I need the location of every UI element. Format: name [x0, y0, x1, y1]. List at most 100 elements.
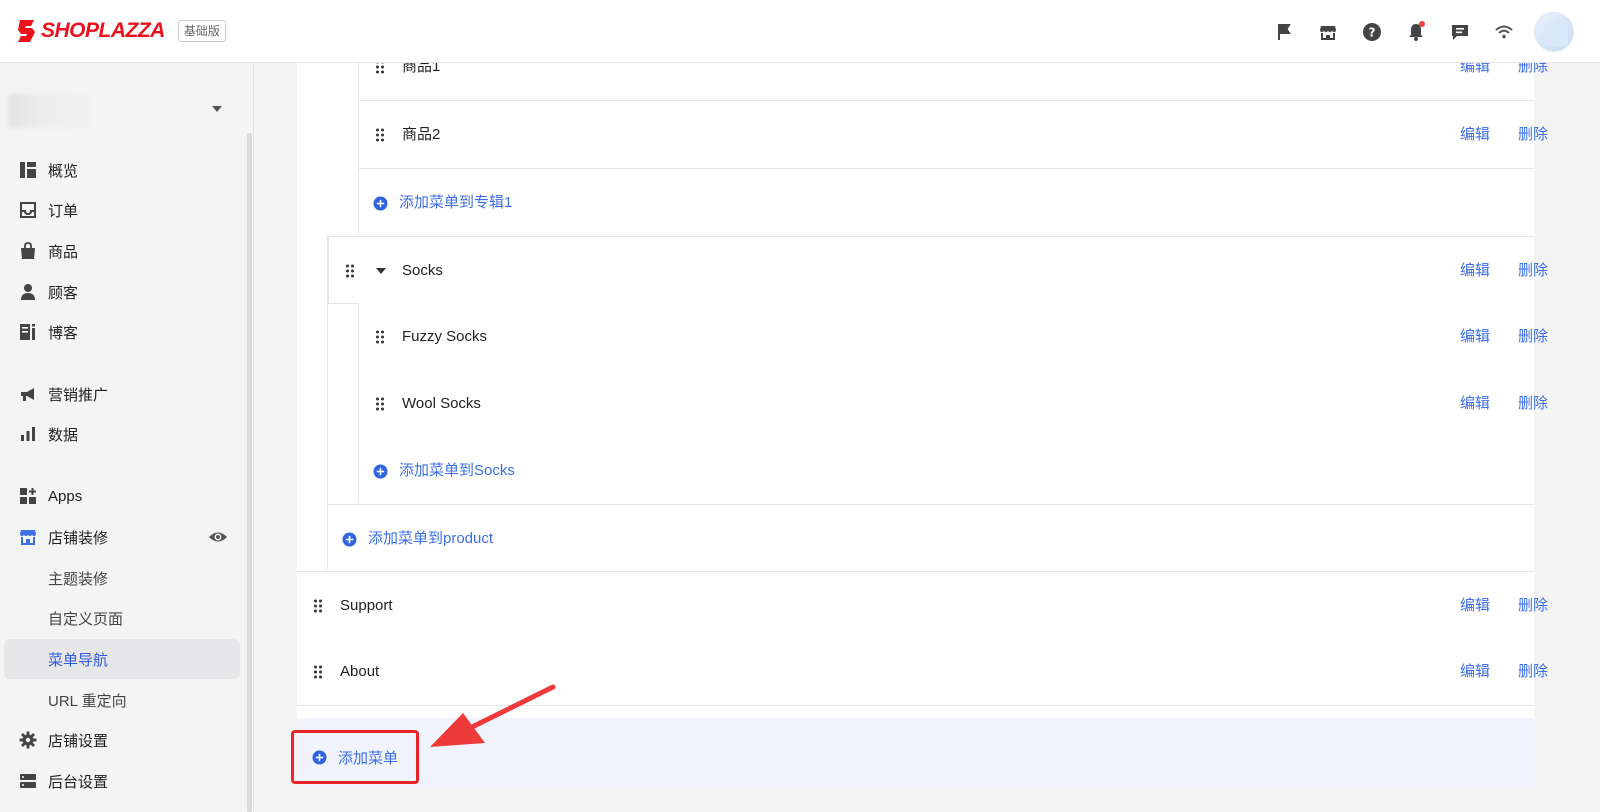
drag-handle-icon[interactable]	[375, 397, 385, 411]
sidebar-item-online-store[interactable]: 店铺装修	[4, 517, 240, 557]
store-switcher[interactable]	[8, 89, 234, 133]
sidebar-item-custom-pages[interactable]: 自定义页面	[4, 598, 240, 638]
menu-row[interactable]: Wool Socks 编辑 删除	[359, 370, 1548, 438]
help-icon[interactable]: ?	[1357, 17, 1386, 46]
caret-down-icon	[212, 106, 222, 112]
drag-handle-icon[interactable]	[375, 330, 385, 344]
sidebar-item-label: 主题装修	[48, 570, 109, 588]
menu-row[interactable]: Socks 编辑 删除	[328, 236, 1548, 304]
plus-circle-icon	[373, 464, 388, 479]
delete-link[interactable]: 删除	[1518, 125, 1548, 145]
sidebar-item-label: 概览	[48, 162, 79, 180]
store-icon[interactable]	[1313, 17, 1342, 46]
delete-link[interactable]: 删除	[1518, 63, 1548, 77]
add-menu-label: 添加菜单	[338, 749, 399, 767]
edit-link[interactable]: 编辑	[1460, 327, 1490, 347]
edit-link[interactable]: 编辑	[1460, 125, 1490, 145]
delete-link[interactable]: 删除	[1518, 596, 1548, 616]
sidebar-item-url-redirect[interactable]: URL 重定向	[4, 680, 240, 720]
sidebar-item-label: Apps	[48, 487, 83, 505]
shoplazza-logo[interactable]: SHOPLAZZA	[16, 18, 165, 44]
sidebar-item-label: 商品	[48, 243, 79, 261]
add-submenu-label: 添加菜单到Socks	[399, 462, 515, 479]
drag-handle-icon[interactable]	[313, 665, 323, 679]
delete-link[interactable]: 删除	[1518, 261, 1548, 281]
sidebar-item-menu-navigation[interactable]: 菜单导航	[4, 639, 240, 679]
sidebar-scrollbar[interactable]	[247, 133, 252, 812]
annotation-arrow	[430, 684, 556, 747]
drag-handle-icon[interactable]	[345, 264, 355, 278]
caret-down-icon[interactable]	[376, 267, 386, 275]
menu-item-label: Support	[340, 597, 393, 614]
store-name-blurred	[8, 94, 90, 128]
drag-handle-icon[interactable]	[375, 128, 385, 142]
menu-item-label: 商品2	[402, 126, 441, 143]
menu-row[interactable]: Fuzzy Socks 编辑 删除	[359, 303, 1548, 371]
edit-link[interactable]: 编辑	[1460, 261, 1490, 281]
delete-link[interactable]: 删除	[1518, 394, 1548, 414]
menu-item-label: Fuzzy Socks	[402, 328, 488, 345]
menu-row[interactable]: 商品1 编辑 删除	[359, 63, 1548, 101]
sidebar-item-label: 订单	[48, 202, 79, 220]
brand-name: SHOPLAZZA	[41, 19, 165, 42]
menu-item-label: 商品1	[402, 63, 441, 75]
menu-row[interactable]: Support 编辑 删除	[297, 571, 1548, 639]
drag-handle-icon[interactable]	[375, 63, 385, 74]
sidebar-item-customers[interactable]: 顾客	[4, 272, 240, 312]
plus-circle-icon	[342, 532, 357, 547]
wifi-icon[interactable]	[1489, 17, 1518, 46]
sidebar-item-orders[interactable]: 订单	[4, 190, 240, 230]
megaphone-icon	[19, 385, 37, 403]
sidebar-item-apps[interactable]: Apps	[4, 476, 240, 516]
sidebar-item-label: 数据	[48, 426, 79, 444]
gear-icon	[19, 731, 37, 749]
sidebar-item-label: 自定义页面	[48, 610, 124, 628]
sidebar-item-analytics[interactable]: 数据	[4, 414, 240, 454]
sidebar-item-label: 菜单导航	[48, 651, 109, 669]
sidebar-item-marketing[interactable]: 营销推广	[4, 374, 240, 414]
sidebar-item-themes[interactable]: 主题装修	[4, 558, 240, 598]
sidebar: 概览 订单 商品 顾客 博客 营销推广 数据 Apps 店铺装修 主题装修 自定…	[0, 63, 254, 812]
drag-handle-icon[interactable]	[313, 599, 323, 613]
delete-link[interactable]: 删除	[1518, 662, 1548, 682]
main-content: 商品1 编辑 删除 商品2 编辑 删除 添加菜单到专辑1 Socks 编辑 删除…	[255, 63, 1600, 812]
add-submenu-label: 添加菜单到product	[368, 530, 494, 547]
edit-link[interactable]: 编辑	[1460, 662, 1490, 682]
avatar[interactable]	[1534, 11, 1574, 52]
apps-icon	[19, 487, 37, 505]
eye-icon[interactable]	[208, 528, 228, 546]
add-menu-button[interactable]: 添加菜单	[291, 730, 419, 784]
flag-icon[interactable]	[1269, 17, 1298, 46]
chat-icon[interactable]	[1445, 17, 1474, 46]
svg-text:?: ?	[1368, 25, 1375, 39]
server-icon	[19, 772, 37, 790]
menu-tree: 商品1 编辑 删除 商品2 编辑 删除 添加菜单到专辑1 Socks 编辑 删除…	[297, 63, 1548, 768]
bar-chart-icon	[19, 425, 37, 443]
sidebar-item-label: 店铺装修	[48, 529, 109, 547]
menu-item-label: About	[340, 663, 380, 680]
sidebar-item-admin-settings[interactable]: 后台设置	[4, 761, 240, 801]
menu-row[interactable]: 商品2 编辑 删除	[359, 101, 1548, 169]
edit-link[interactable]: 编辑	[1460, 63, 1490, 77]
add-submenu-row[interactable]: 添加菜单到product	[328, 504, 1534, 572]
sidebar-item-products[interactable]: 商品	[4, 231, 240, 271]
edit-link[interactable]: 编辑	[1460, 596, 1490, 616]
delete-link[interactable]: 删除	[1518, 327, 1548, 347]
sidebar-item-label: 博客	[48, 324, 79, 342]
add-submenu-row[interactable]: 添加菜单到Socks	[359, 437, 1534, 505]
edit-link[interactable]: 编辑	[1460, 394, 1490, 414]
sidebar-item-store-settings[interactable]: 店铺设置	[4, 720, 240, 760]
menu-item-label: Socks	[402, 262, 443, 279]
menu-item-label: Wool Socks	[402, 395, 481, 412]
sidebar-item-blog[interactable]: 博客	[4, 312, 240, 352]
person-icon	[19, 283, 37, 301]
top-icons: ?	[1269, 0, 1574, 63]
plus-circle-icon	[312, 750, 327, 764]
sidebar-item-label: 营销推广	[48, 386, 109, 404]
shoplazza-logo-icon	[18, 20, 35, 42]
bell-icon[interactable]	[1401, 17, 1430, 46]
add-submenu-row[interactable]: 添加菜单到专辑1	[359, 169, 1534, 237]
sidebar-item-overview[interactable]: 概览	[4, 150, 240, 190]
sidebar-item-label: 顾客	[48, 284, 79, 302]
top-bar: SHOPLAZZA 基础版 ?	[0, 0, 1600, 63]
